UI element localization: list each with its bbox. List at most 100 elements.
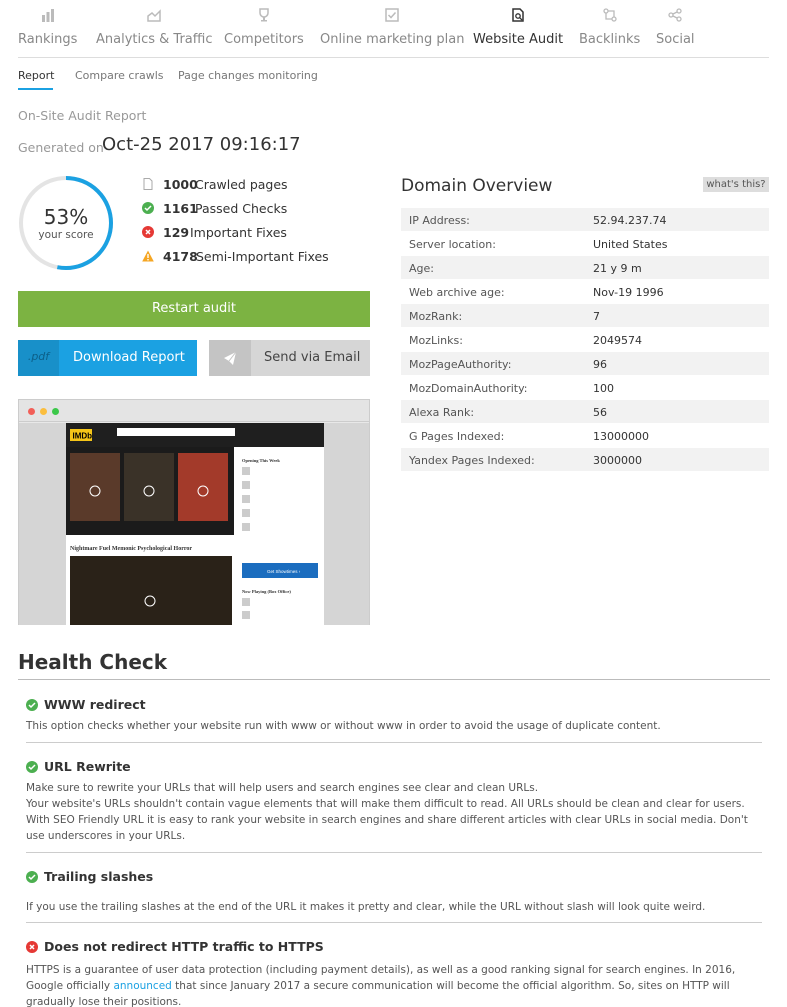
error-circle-icon	[142, 226, 154, 238]
stat-value: 1000	[163, 177, 198, 192]
site-preview: IMDb Nightmare Fuel Memonic Psychologica…	[18, 399, 370, 625]
divider	[26, 852, 762, 853]
page-icon	[142, 178, 154, 190]
stat-label: Semi-Important Fixes	[196, 249, 329, 264]
divider	[26, 922, 762, 923]
whats-this-button[interactable]: what's this?	[703, 177, 769, 192]
site-cta: Get Showtimes ›	[267, 569, 301, 574]
nav-online-marketing-plan[interactable]: Online marketing plan	[320, 8, 465, 47]
bar-chart-icon	[18, 8, 77, 26]
site-screenshot: IMDb Nightmare Fuel Memonic Psychologica…	[19, 423, 369, 625]
site-sidebar-title: Opening This Week	[242, 458, 280, 463]
health-item-title: URL Rewrite	[44, 759, 131, 774]
restart-audit-button[interactable]: Restart audit	[18, 291, 370, 327]
nav-rankings[interactable]: Rankings	[18, 8, 77, 47]
announced-link[interactable]: announced	[113, 980, 171, 992]
area-chart-icon	[96, 8, 213, 26]
health-item-title: Does not redirect HTTP traffic to HTTPS	[44, 939, 324, 954]
health-item-text: If you use the trailing slashes at the e…	[26, 901, 706, 913]
domain-row: Web archive age: Nov-19 1996	[401, 280, 769, 304]
domain-row-value: 7	[593, 310, 600, 323]
main-nav: Rankings Analytics & Traffic Competitors…	[18, 0, 769, 58]
health-check-title: Health Check	[18, 650, 168, 674]
nav-backlinks[interactable]: Backlinks	[579, 8, 640, 47]
browser-bar	[19, 400, 369, 422]
tab-page-changes-monitoring[interactable]: Page changes monitoring	[178, 69, 318, 82]
domain-row-key: Age:	[409, 262, 434, 275]
domain-row-value: 13000000	[593, 430, 649, 443]
nav-label: Online marketing plan	[320, 32, 465, 47]
check-circle-icon	[26, 699, 38, 711]
paper-plane-icon	[209, 340, 251, 376]
domain-row-key: Web archive age:	[409, 286, 505, 299]
nav-social[interactable]: Social	[656, 8, 695, 47]
nav-analytics-traffic[interactable]: Analytics & Traffic	[96, 8, 213, 47]
download-report-button[interactable]: .pdf Download Report	[18, 340, 197, 376]
checkbox-icon	[320, 8, 465, 26]
domain-row: MozRank: 7	[401, 304, 769, 328]
domain-row-value: 100	[593, 382, 614, 395]
stat-value: 4178	[163, 249, 198, 264]
health-item-text: This option checks whether your website …	[26, 720, 661, 732]
maximize-dot-icon	[52, 408, 59, 415]
check-circle-icon	[26, 871, 38, 883]
domain-row: Server location: United States	[401, 232, 769, 256]
domain-overview-table: IP Address: 52.94.237.74 Server location: U…	[401, 208, 769, 472]
domain-row-value: 52.94.237.74	[593, 214, 667, 227]
tab-report[interactable]: Report	[18, 69, 54, 82]
domain-row-value: Nov-19 1996	[593, 286, 664, 299]
active-tab-indicator	[18, 88, 53, 90]
tab-compare-crawls[interactable]: Compare crawls	[75, 69, 164, 82]
generated-label: Generated on	[18, 140, 104, 155]
nav-competitors[interactable]: Competitors	[224, 8, 304, 47]
pdf-icon: .pdf	[18, 340, 59, 376]
domain-row-value: 21 y 9 m	[593, 262, 642, 275]
domain-row-value: 96	[593, 358, 607, 371]
domain-overview-title: Domain Overview	[401, 176, 553, 196]
stat-value: 1161	[163, 201, 198, 216]
report-title: On-Site Audit Report	[18, 108, 147, 123]
close-dot-icon	[28, 408, 35, 415]
warning-icon	[142, 250, 154, 262]
health-item-title: Trailing slashes	[44, 869, 154, 884]
domain-row: IP Address: 52.94.237.74	[401, 208, 769, 232]
nav-label: Backlinks	[579, 32, 641, 47]
domain-row-key: Server location:	[409, 238, 496, 251]
audit-document-icon	[473, 8, 563, 26]
score-label: your score	[38, 229, 94, 241]
domain-row-key: Yandex Pages Indexed:	[409, 454, 535, 467]
domain-row: MozDomainAuthority: 100	[401, 376, 769, 400]
stat-label: Important Fixes	[190, 225, 287, 240]
domain-row: Alexa Rank: 56	[401, 400, 769, 424]
health-item-text: Your website's URLs shouldn't contain va…	[26, 798, 748, 842]
error-circle-icon	[26, 941, 38, 953]
score-gauge: 53% your score	[18, 175, 114, 271]
domain-row: Yandex Pages Indexed: 3000000	[401, 448, 769, 472]
domain-row-key: IP Address:	[409, 214, 470, 227]
stat-label: Crawled pages	[195, 177, 288, 192]
health-item-text: HTTPS is a guarantee of user data protec…	[26, 962, 762, 1007]
domain-row-key: G Pages Indexed:	[409, 430, 505, 443]
domain-row: MozLinks: 2049574	[401, 328, 769, 352]
health-item-www-redirect: WWW redirect This option checks whether …	[26, 697, 762, 734]
nav-label: Social	[656, 32, 695, 47]
domain-row: MozPageAuthority: 96	[401, 352, 769, 376]
domain-row-value: United States	[593, 238, 668, 251]
domain-row-key: MozLinks:	[409, 334, 463, 347]
nav-website-audit[interactable]: Website Audit	[473, 8, 563, 47]
check-circle-icon	[26, 761, 38, 773]
trophy-icon	[224, 8, 304, 26]
nav-label: Rankings	[18, 32, 78, 47]
site-sidebar-title-2: Now Playing (Box Office)	[242, 589, 291, 594]
health-item-url-rewrite: URL Rewrite Make sure to rewrite your UR…	[26, 759, 762, 844]
domain-row-key: MozPageAuthority:	[409, 358, 512, 371]
minimize-dot-icon	[40, 408, 47, 415]
backlinks-icon	[579, 8, 640, 26]
health-item-http-to-https: Does not redirect HTTP traffic to HTTPS …	[26, 939, 762, 1007]
share-icon	[656, 8, 695, 26]
domain-row-value: 2049574	[593, 334, 642, 347]
domain-row-key: MozDomainAuthority:	[409, 382, 528, 395]
stat-label: Passed Checks	[195, 201, 288, 216]
domain-row-key: MozRank:	[409, 310, 463, 323]
send-via-email-button[interactable]: Send via Email	[209, 340, 370, 376]
